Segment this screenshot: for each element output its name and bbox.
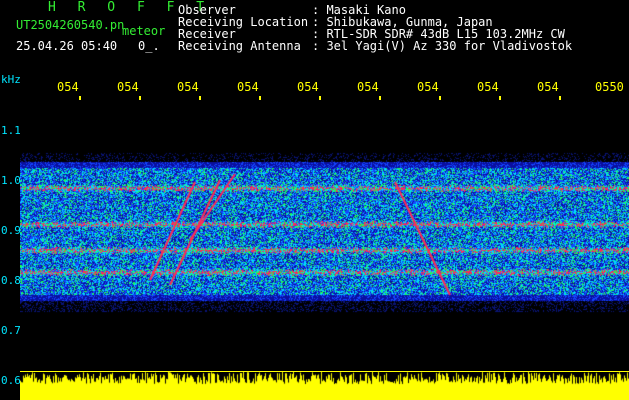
x-tick-label: 054 [537, 80, 559, 94]
x-tick-label: 054 [297, 80, 319, 94]
x-tick-label: 054 [237, 80, 259, 94]
capture-datetime: 25.04.26 05:40 [16, 39, 118, 53]
x-tick-label: 054 [57, 80, 79, 94]
x-tick-label: 054 [177, 80, 199, 94]
antenna-label: Receiving Antenna [178, 39, 301, 53]
x-tick-label: 054 [357, 80, 379, 94]
x-tick-label: 054 [117, 80, 139, 94]
x-tick-label: 0550 [595, 80, 624, 94]
x-tick-label: 054 [417, 80, 439, 94]
capture-trail: 0_. [138, 39, 160, 53]
y-tick-label: 0.7 [1, 324, 21, 337]
y-tick-label: 1.0 [1, 174, 21, 187]
y-tick-label: 0.6 [1, 374, 21, 387]
file-name: UT2504260540.pn [16, 18, 125, 32]
y-tick-label: 0.9 [1, 224, 21, 237]
meteor-tag: meteor [122, 24, 166, 38]
antenna-value: : 3el Yagi(V) Az 330 for Vladivostok [312, 39, 573, 53]
y-axis-unit: kHz [1, 73, 21, 86]
spectrogram-plot [20, 100, 629, 370]
x-tick-label: 054 [477, 80, 499, 94]
y-tick-label: 0.8 [1, 274, 21, 287]
y-tick-label: 1.1 [1, 124, 21, 137]
signal-power-bar [20, 372, 629, 400]
